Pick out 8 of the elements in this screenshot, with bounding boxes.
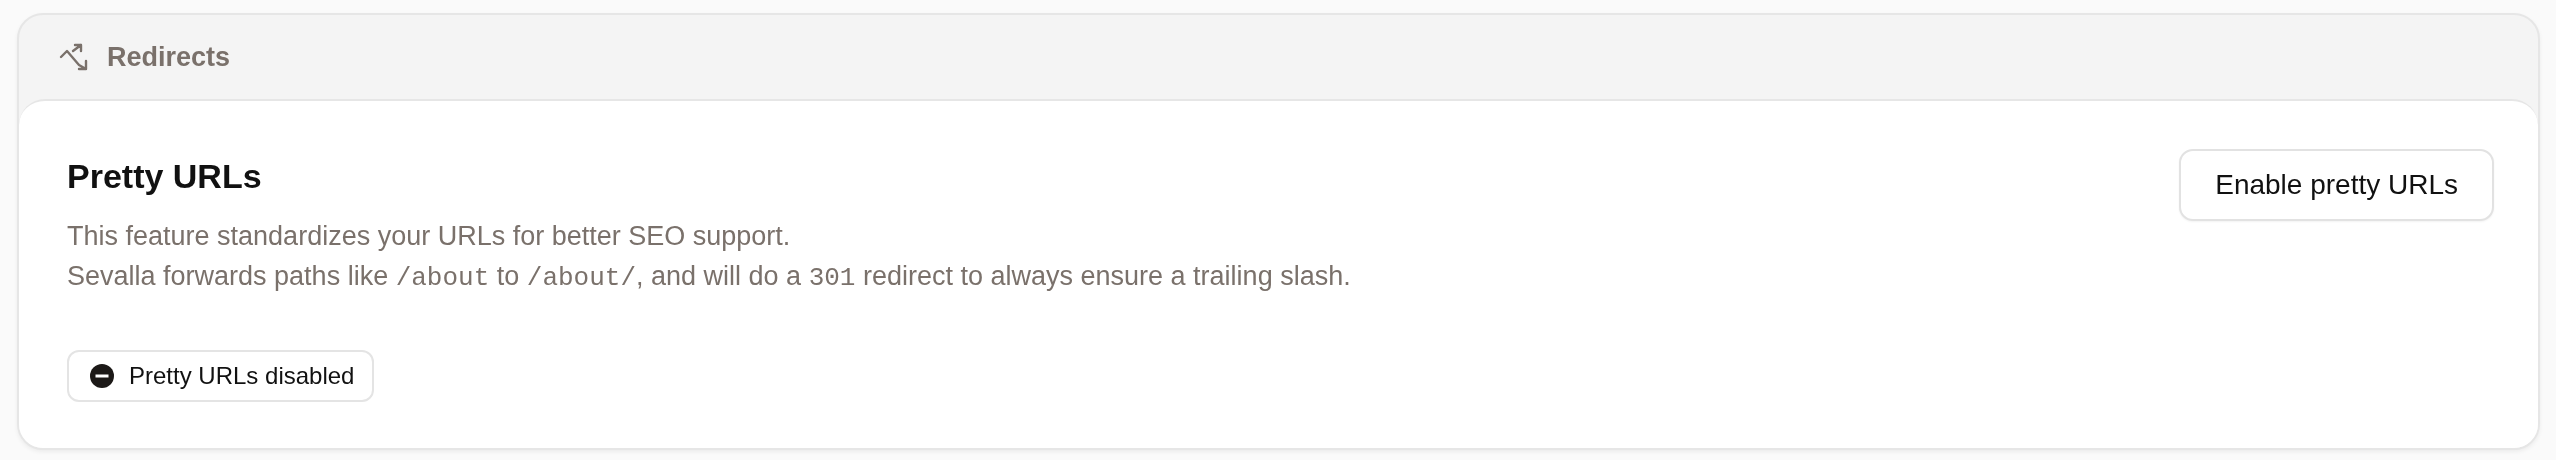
minus-circle-icon (89, 363, 115, 389)
enable-button[interactable]: Enable pretty URLs (2179, 149, 2494, 221)
status-label: Pretty URLs disabled (129, 362, 355, 390)
description-text: This feature standardizes your URLs for better SEO support. (67, 220, 792, 253)
trend-arrows-icon (59, 43, 89, 71)
card-title: Pretty URLs (67, 157, 263, 196)
description-text: Sevalla forwards paths like /about to /about/, and will do a 301 redirect to always ensure a trailing slash. (67, 260, 1351, 295)
section-title: Redirects (107, 41, 231, 73)
